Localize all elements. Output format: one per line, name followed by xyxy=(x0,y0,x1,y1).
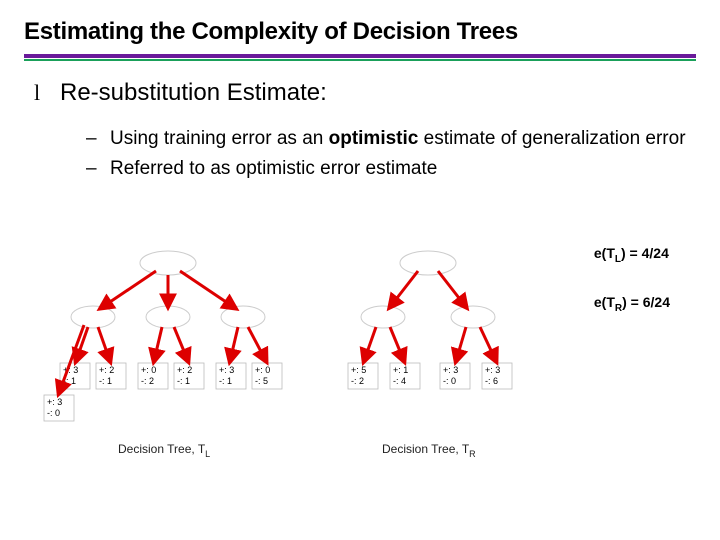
leaf-pos: +: 0 xyxy=(141,365,156,375)
error-equations: e(TL) = 4/24 e(TR) = 6/24 xyxy=(594,245,670,343)
sub-text-post: estimate of generalization error xyxy=(418,128,685,149)
slide-content: l Re-substitution Estimate: – Using trai… xyxy=(0,60,720,182)
figure-area: e(TL) = 4/24 e(TR) = 6/24 xyxy=(38,245,688,525)
tree-diagram: +: 3 -: 0 +: 3 -: 1 +: 2 -: 1 +: 0 xyxy=(38,245,578,525)
sub-bullet-1: – Using training error as an optimistic … xyxy=(86,126,686,152)
sub-bullet-text: Referred to as optimistic error estimate xyxy=(110,156,437,182)
leaf-neg: -: 2 xyxy=(141,376,154,386)
eq-pre: e(T xyxy=(594,245,615,261)
sub-bullet-text: Using training error as an optimistic es… xyxy=(110,126,686,152)
left-leaves: +: 3 -: 0 +: 3 -: 1 +: 2 -: 1 +: 0 xyxy=(44,363,282,421)
left-tree: +: 3 -: 0 +: 3 -: 1 +: 2 -: 1 +: 0 xyxy=(44,251,282,459)
leaf-neg: -: 4 xyxy=(393,376,406,386)
sub-bullet-marker: – xyxy=(86,156,100,182)
bullet-main: l Re-substitution Estimate: xyxy=(34,78,686,108)
leaf-neg: -: 0 xyxy=(443,376,456,386)
eq-pre: e(T xyxy=(594,294,615,310)
divider xyxy=(24,54,696,60)
leaf-pos: +: 5 xyxy=(351,365,366,375)
leaf-pos: +: 3 xyxy=(47,397,62,407)
leaf-pos: +: 3 xyxy=(219,365,234,375)
left-tree-caption: Decision Tree, TL xyxy=(118,442,210,459)
sub-bullet-marker: – xyxy=(86,126,100,152)
leaf-neg: -: 6 xyxy=(485,376,498,386)
sub-text-bold: optimistic xyxy=(329,128,419,149)
leaf-pos: +: 0 xyxy=(255,365,270,375)
leaf-pos: +: 3 xyxy=(443,365,458,375)
slide-title: Estimating the Complexity of Decision Tr… xyxy=(0,0,720,54)
equation-right-tree: e(TR) = 6/24 xyxy=(594,294,670,315)
leaf-pos: +: 3 xyxy=(485,365,500,375)
right-tree-caption: Decision Tree, TR xyxy=(382,442,476,459)
eq-tail: ) = 6/24 xyxy=(622,294,670,310)
right-tree: +: 5 -: 2 +: 1 -: 4 +: 3 -: 0 +: 3 -: 6 xyxy=(348,251,512,459)
equation-left-tree: e(TL) = 4/24 xyxy=(594,245,670,266)
leaf-neg: -: 5 xyxy=(255,376,268,386)
sub-text-pre: Referred to as optimistic error estimate xyxy=(110,158,437,179)
leaf-pos: +: 1 xyxy=(393,365,408,375)
sub-text-pre: Using training error as an xyxy=(110,128,329,149)
leaf-neg: -: 1 xyxy=(219,376,232,386)
eq-tail: ) = 4/24 xyxy=(621,245,669,261)
leaf-neg: -: 1 xyxy=(99,376,112,386)
sub-bullet-list: – Using training error as an optimistic … xyxy=(34,120,686,182)
bullet-text: Re-substitution Estimate: xyxy=(60,78,327,108)
leaf-neg: -: 1 xyxy=(177,376,190,386)
sub-bullet-2: – Referred to as optimistic error estima… xyxy=(86,156,686,182)
leaf-pos: +: 2 xyxy=(99,365,114,375)
leaf-neg: -: 2 xyxy=(351,376,364,386)
bullet-marker: l xyxy=(34,78,46,108)
leaf-pos: +: 2 xyxy=(177,365,192,375)
leaf-neg: -: 0 xyxy=(47,408,60,418)
